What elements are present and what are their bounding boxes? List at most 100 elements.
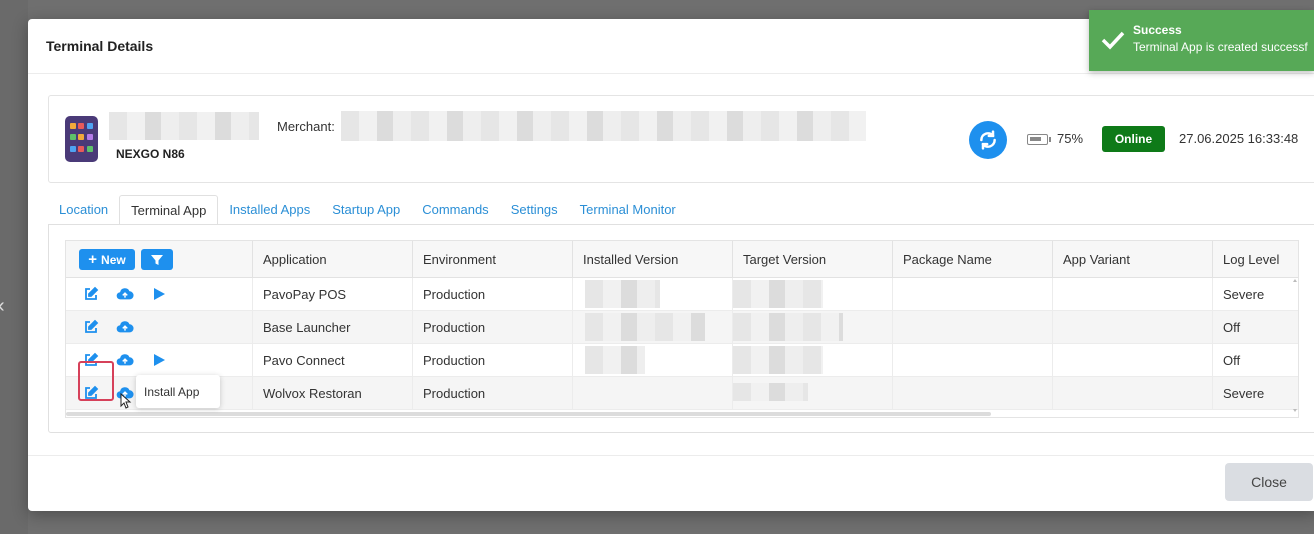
vertical-scrollbar[interactable] <box>1292 278 1298 413</box>
redacted-serial <box>109 112 259 140</box>
status-badge: Online <box>1102 126 1165 152</box>
last-seen-timestamp: 27.06.2025 16:33:48 <box>1179 131 1299 146</box>
column-header-installed-version[interactable]: Installed Version <box>573 241 733 278</box>
cell-installed-version <box>573 377 733 410</box>
cell-target-version <box>733 311 893 344</box>
table-row: PavoPay POS Production Severe <box>66 278 1298 311</box>
cell-application: PavoPay POS <box>253 278 413 311</box>
redacted-merchant <box>341 111 866 141</box>
close-button[interactable]: Close <box>1225 463 1313 501</box>
play-icon[interactable] <box>150 352 168 368</box>
battery-icon <box>1027 134 1051 145</box>
toast-message: Terminal App is created successf <box>1133 40 1308 54</box>
redacted-version <box>733 346 823 374</box>
device-model: NEXGO N86 <box>116 147 185 161</box>
row-actions <box>66 311 253 344</box>
redacted-version <box>585 313 705 341</box>
cell-target-version <box>733 344 893 377</box>
new-button-label: New <box>101 252 126 267</box>
battery-level: 75% <box>1057 131 1084 146</box>
device-info-card: NEXGO N86 Merchant: 75% Online 27.06.202… <box>48 95 1314 183</box>
modal-title: Terminal Details <box>46 38 154 54</box>
tab-settings[interactable]: Settings <box>500 195 569 225</box>
cell-environment: Production <box>413 311 573 344</box>
filter-button[interactable] <box>141 249 173 270</box>
cell-app-variant <box>1053 311 1213 344</box>
cell-package-name <box>893 344 1053 377</box>
redacted-version <box>733 280 823 308</box>
play-icon[interactable] <box>150 286 168 302</box>
redacted-version <box>585 346 645 374</box>
column-header-log-level[interactable]: Log Level <box>1213 241 1298 278</box>
cell-log-level: Off <box>1213 311 1298 344</box>
edit-icon[interactable] <box>82 319 100 335</box>
checkmark-icon <box>1101 31 1125 50</box>
row-actions <box>66 278 253 311</box>
install-app-icon[interactable] <box>116 352 134 368</box>
plus-icon: + <box>88 250 98 268</box>
toast-title: Success <box>1133 23 1182 37</box>
footer-divider <box>28 455 1314 456</box>
tab-startup-app[interactable]: Startup App <box>321 195 411 225</box>
tab-panel: + New Application Environment Installed … <box>48 224 1314 433</box>
cell-environment: Production <box>413 377 573 410</box>
tab-terminal-app[interactable]: Terminal App <box>119 195 219 225</box>
column-header-environment[interactable]: Environment <box>413 241 573 278</box>
merchant-label: Merchant: <box>277 119 335 134</box>
new-button[interactable]: + New <box>79 249 135 270</box>
cell-environment: Production <box>413 278 573 311</box>
install-app-icon[interactable] <box>116 286 134 302</box>
column-header-application[interactable]: Application <box>253 241 413 278</box>
cell-installed-version <box>573 311 733 344</box>
column-header-package-name[interactable]: Package Name <box>893 241 1053 278</box>
mouse-cursor-icon <box>120 392 132 409</box>
cell-package-name <box>893 311 1053 344</box>
cell-package-name <box>893 377 1053 410</box>
cell-app-variant <box>1053 278 1213 311</box>
redacted-version <box>733 313 843 341</box>
redacted-version <box>733 383 808 401</box>
grid-header: + New Application Environment Installed … <box>66 241 1298 278</box>
cell-application: Wolvox Restoran <box>253 377 413 410</box>
terminal-details-modal: Terminal Details NEXGO N86 Merchant: 75%… <box>28 19 1314 511</box>
redacted-version <box>585 280 660 308</box>
install-app-icon[interactable] <box>116 319 134 335</box>
horizontal-scrollbar[interactable] <box>66 412 991 416</box>
tab-terminal-monitor[interactable]: Terminal Monitor <box>569 195 687 225</box>
cell-log-level: Severe <box>1213 377 1298 410</box>
cell-application: Base Launcher <box>253 311 413 344</box>
table-row: Wolvox Restoran Production Severe <box>66 377 1298 410</box>
table-row: Base Launcher Production Off <box>66 311 1298 344</box>
success-toast[interactable]: Success Terminal App is created successf <box>1089 10 1314 71</box>
chevron-left-icon: ‹ <box>0 296 8 316</box>
table-row: Pavo Connect Production Off <box>66 344 1298 377</box>
sync-button[interactable] <box>969 121 1007 159</box>
cell-package-name <box>893 278 1053 311</box>
cell-installed-version <box>573 344 733 377</box>
cell-target-version <box>733 377 893 410</box>
tab-bar: Location Terminal App Installed Apps Sta… <box>48 195 687 225</box>
tab-commands[interactable]: Commands <box>411 195 499 225</box>
cell-installed-version <box>573 278 733 311</box>
header-divider <box>28 73 1314 74</box>
device-icon <box>65 116 98 162</box>
refresh-icon <box>980 130 996 150</box>
cell-app-variant <box>1053 344 1213 377</box>
tab-installed-apps[interactable]: Installed Apps <box>218 195 321 225</box>
cell-log-level: Severe <box>1213 278 1298 311</box>
terminal-app-grid: + New Application Environment Installed … <box>65 240 1299 418</box>
cell-environment: Production <box>413 344 573 377</box>
cell-app-variant <box>1053 377 1213 410</box>
column-header-app-variant[interactable]: App Variant <box>1053 241 1213 278</box>
cell-target-version <box>733 278 893 311</box>
actions-header: + New <box>66 241 253 278</box>
filter-icon <box>151 254 163 265</box>
column-header-target-version[interactable]: Target Version <box>733 241 893 278</box>
highlight-box <box>78 361 114 401</box>
cell-log-level: Off <box>1213 344 1298 377</box>
page-backdrop <box>0 0 28 534</box>
install-app-tooltip: Install App <box>136 375 220 408</box>
tab-location[interactable]: Location <box>48 195 119 225</box>
edit-icon[interactable] <box>82 286 100 302</box>
cell-application: Pavo Connect <box>253 344 413 377</box>
